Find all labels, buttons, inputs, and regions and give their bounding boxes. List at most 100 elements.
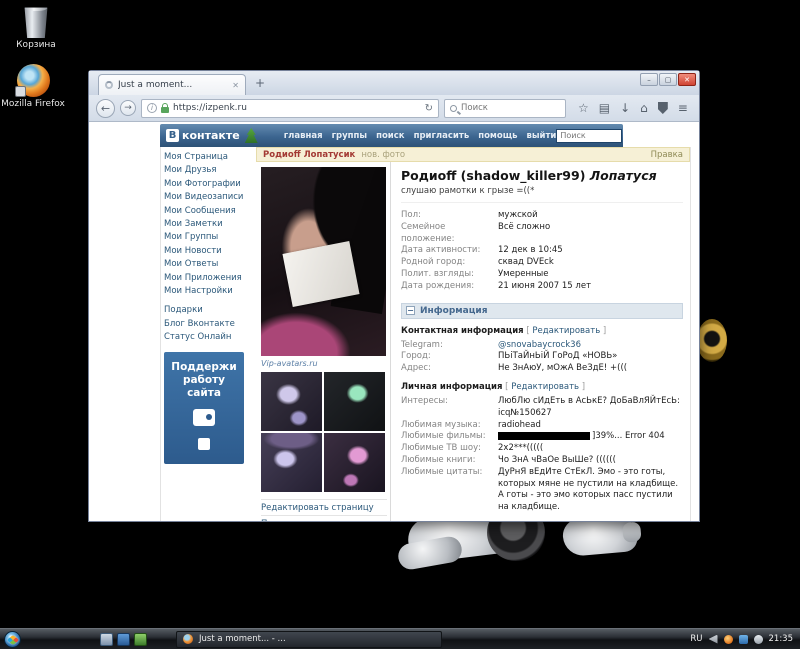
sidebar-item-status[interactable]: Статус Онлайн [164, 331, 256, 344]
quicklaunch-explorer-icon[interactable] [117, 632, 130, 646]
field-label: Полит. взгляды: [401, 268, 474, 279]
new-year-tree-icon [244, 128, 258, 143]
maximize-button[interactable]: ▢ [659, 73, 677, 86]
photo-thumb[interactable] [324, 372, 385, 431]
profile-field-row: Семейное положение: Всё сложно [401, 222, 683, 246]
profile-field-row: Дата активности: 12 дек в 10:45 [401, 245, 683, 257]
site-info-icon[interactable]: i [147, 103, 157, 113]
quicklaunch-media-icon[interactable] [134, 632, 147, 646]
photo-thumb[interactable] [324, 433, 385, 492]
vk-header-search-input[interactable] [556, 128, 623, 143]
collapse-toggle-icon[interactable]: − [406, 306, 415, 316]
notice-edit-link[interactable]: Правка [651, 150, 683, 160]
vk-nav-home[interactable]: главная [284, 131, 323, 141]
vk-main-area: Родиоff Лопатусик нов. фото Правка Vip-a… [256, 147, 690, 521]
change-avatar-link[interactable]: Поменять аватар [261, 516, 387, 521]
tray-volume-icon[interactable] [753, 634, 763, 644]
forward-button[interactable]: → [120, 100, 136, 116]
browser-tab[interactable]: Just a moment... ✕ [98, 74, 246, 95]
sidebar-item-photos[interactable]: Мои Фотографии [164, 178, 256, 191]
home-icon[interactable]: ⌂ [640, 101, 648, 115]
sidebar-item-groups[interactable]: Мои Группы [164, 231, 256, 244]
sidebar-item-notes[interactable]: Мои Заметки [164, 218, 256, 231]
back-button[interactable]: ← [96, 98, 115, 118]
info-section-title: Информация [420, 305, 488, 316]
language-indicator[interactable]: RU [690, 634, 702, 644]
edit-contact-link[interactable]: Редактировать [532, 326, 600, 336]
reload-icon[interactable]: ↻ [425, 103, 433, 114]
sidebar-item-settings[interactable]: Мои Настройки [164, 285, 256, 298]
tray-update-icon[interactable] [723, 634, 733, 644]
adblock-shield-icon[interactable] [657, 102, 668, 114]
new-tab-button[interactable]: + [255, 76, 265, 90]
taskbar: Just a moment... - ... RU 21:35 [0, 628, 800, 649]
edit-personal-link[interactable]: Редактировать [511, 382, 579, 392]
sidebar-item-blog[interactable]: Блог Вконтакте [164, 318, 256, 331]
bookmarks-menu-icon[interactable]: ▤ [599, 101, 610, 115]
vk-logo[interactable]: В контакте [166, 128, 258, 143]
vk-nav-help[interactable]: помощь [478, 131, 517, 141]
field-value: ]39%... Error 404 [592, 431, 665, 442]
profile-status[interactable]: слушаю рамотки к грызе =((* [401, 186, 683, 203]
vk-nav-logout[interactable]: выйти [526, 131, 556, 141]
close-button[interactable]: ✕ [678, 73, 696, 86]
notice-user-name[interactable]: Родиоff Лопатусик [263, 150, 355, 160]
field-label: Город: [401, 351, 431, 362]
sidebar-item-answers[interactable]: Мои Ответы [164, 258, 256, 271]
quicklaunch-window-icon[interactable] [100, 632, 113, 646]
profile-name: Родиоff (shadow_killer99) Лопатуся [401, 168, 683, 183]
info-column: Родиоff (shadow_killer99) Лопатуся слуша… [390, 162, 690, 521]
start-button[interactable] [4, 630, 21, 648]
menu-icon[interactable]: ≡ [678, 101, 688, 115]
photo-thumb[interactable] [261, 433, 322, 492]
bookmark-star-icon[interactable]: ☆ [578, 101, 589, 115]
tray-network-icon[interactable] [738, 634, 748, 644]
firefox-icon [14, 64, 50, 97]
vk-nav-invite[interactable]: пригласить [414, 131, 470, 141]
tray-hidden-icons-arrow[interactable] [708, 634, 718, 644]
edit-page-link[interactable]: Редактировать страницу [261, 500, 387, 516]
photo-watermark[interactable]: Vip-avatars.ru [261, 359, 387, 368]
sidebar-item-news[interactable]: Мои Новости [164, 245, 256, 258]
profile-photo[interactable] [261, 167, 386, 356]
sidebar-item-videos[interactable]: Мои Видеозаписи [164, 191, 256, 204]
photo-thumb[interactable] [261, 372, 322, 431]
photo-grid [261, 372, 387, 492]
sidebar-item-my-page[interactable]: Моя Страница [164, 151, 256, 164]
sidebar-item-gifts[interactable]: Подарки [164, 304, 256, 317]
url-bar[interactable]: i https://izpenk.ru ↻ [141, 98, 439, 118]
tab-favicon-spinner-icon [105, 81, 113, 89]
sidebar-item-apps[interactable]: Мои Приложения [164, 272, 256, 285]
desktop-icon-firefox[interactable]: Mozilla Firefox [0, 64, 66, 109]
field-value: ДуРнЯ вЕдИте СтЕкЛ. Эмо - это готы, кото… [498, 466, 679, 513]
profile-nickname: Лопатуся [589, 168, 657, 183]
url-text[interactable]: https://izpenk.ru [173, 103, 247, 113]
browser-search-input[interactable] [461, 103, 541, 113]
sidebar-item-friends[interactable]: Мои Друзья [164, 164, 256, 177]
field-value: Умеренные [498, 268, 549, 279]
browser-search-box[interactable] [444, 98, 566, 118]
firefox-task-icon [183, 634, 193, 644]
desktop-icon-recycle-bin[interactable]: Корзина [3, 5, 69, 50]
taskbar-firefox-button[interactable]: Just a moment... - ... [176, 630, 442, 648]
field-label: Любимые книги: [401, 454, 476, 465]
minimize-button[interactable]: – [640, 73, 658, 86]
vk-nav-groups[interactable]: группы [332, 131, 368, 141]
profile-field-row: Пол: мужской [401, 210, 683, 222]
info-section-header[interactable]: − Информация [401, 302, 683, 319]
tab-close-icon[interactable]: ✕ [232, 81, 239, 90]
sidebar-item-messages[interactable]: Мои Сообщения [164, 205, 256, 218]
https-lock-icon [161, 102, 169, 113]
browser-titlebar[interactable]: Just a moment... ✕ + – ▢ ✕ [89, 71, 699, 95]
wallpaper-gold-ring [697, 319, 727, 362]
support-site-banner[interactable]: Поддержи работу сайта [164, 351, 244, 464]
telegram-link[interactable]: @snovabaycrock36 [498, 340, 581, 352]
quick-launch [100, 632, 147, 646]
notice-hint: нов. фото [361, 149, 406, 160]
personal-field-row: Любимая музыка: radiohead [401, 420, 683, 432]
bracket: [ [505, 381, 509, 392]
taskbar-clock[interactable]: 21:35 [769, 634, 794, 644]
vk-nav-search[interactable]: поиск [376, 131, 404, 141]
downloads-icon[interactable]: ↓ [620, 101, 630, 115]
bracket: ] [602, 325, 607, 336]
